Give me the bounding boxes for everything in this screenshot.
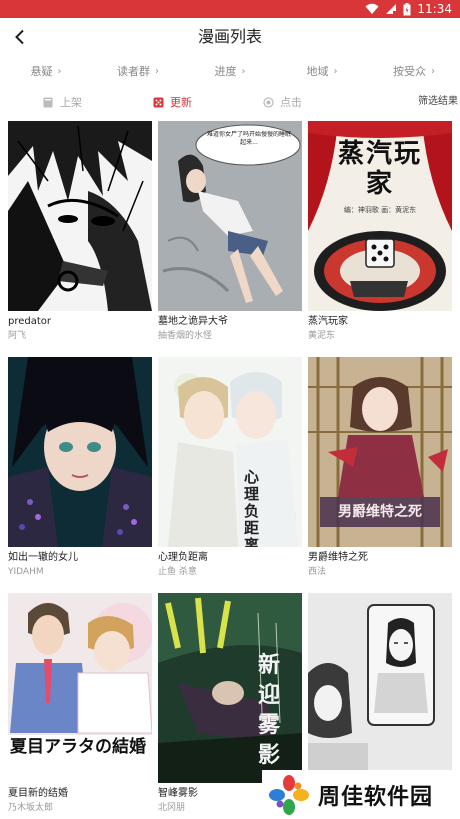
comic-author: 西法 xyxy=(308,567,327,577)
comic-cover: 心理负距离 xyxy=(158,357,302,547)
chevron-right-icon: › xyxy=(333,65,338,77)
filter-target[interactable]: 按受众 › xyxy=(368,58,460,84)
filter-label: 进度 xyxy=(214,65,237,78)
comic-cover xyxy=(8,121,152,311)
click-icon xyxy=(262,96,274,108)
tab-shelf[interactable]: 上架 xyxy=(42,88,82,116)
page-title: 漫画列表 xyxy=(197,27,262,46)
sort-row: 上架 更新 点击 xyxy=(0,88,460,116)
wifi-icon xyxy=(365,3,379,14)
chevron-right-icon: › xyxy=(241,65,246,77)
tab-label: 点击 xyxy=(280,96,302,109)
filter-label: 按受众 xyxy=(393,65,426,78)
comic-card[interactable]: 蒸汽玩家 编：神羽歌 画：黄泥东 蒸汽玩家 黄泥东 xyxy=(308,121,452,342)
cover-title: 男爵维特之死 xyxy=(338,504,422,520)
signal-icon xyxy=(386,4,397,14)
cover-title: 心理负距离 xyxy=(244,469,260,547)
filter-row: 悬疑 › 读者群 › 进度 › 地域 › 按受众 › xyxy=(0,58,460,84)
chevron-right-icon: › xyxy=(57,65,62,77)
filter-label: 读者群 xyxy=(117,65,150,78)
filter-genre[interactable]: 悬疑 › xyxy=(0,58,92,84)
watermark: 周佳软件园 xyxy=(262,770,460,819)
comic-card[interactable]: 心理负距离 心理负距离 止鱼 杀意 xyxy=(158,357,302,578)
comic-cover xyxy=(8,357,152,547)
filter-audience[interactable]: 读者群 › xyxy=(92,58,184,84)
update-icon xyxy=(152,96,164,108)
comic-card[interactable]: 难道你女尸了吗开始慢慢的睡眠起来... 墓地之诡异大爷 抽香烟的水怪 xyxy=(158,121,302,342)
comic-title: 夏目新的结婚 xyxy=(8,788,68,799)
chevron-right-icon: › xyxy=(155,65,159,77)
battery-icon xyxy=(403,2,411,15)
comic-cover: 男爵维特之死 xyxy=(308,357,452,547)
comic-author: 黄泥东 xyxy=(308,331,336,341)
cover-title: 蒸汽玩家 xyxy=(337,139,422,199)
filter-region[interactable]: 地域 › xyxy=(276,58,368,84)
comic-title: 心理负距离 xyxy=(158,552,208,563)
nav-bar: 漫画列表 xyxy=(0,18,460,56)
filter-label: 悬疑 xyxy=(30,65,53,78)
tab-click[interactable]: 点击 xyxy=(262,88,302,116)
filter-label: 地域 xyxy=(306,65,329,78)
speech-bubble-text: 难道你女尸了吗开始慢慢的睡眠起来... xyxy=(206,131,291,146)
shelf-icon xyxy=(42,96,54,108)
comic-title: 蒸汽玩家 xyxy=(308,316,348,327)
tab-update[interactable]: 更新 xyxy=(152,88,192,116)
tab-label: 更新 xyxy=(170,96,192,109)
comic-author: 乃木坂太郎 xyxy=(8,803,54,813)
comic-title: 墓地之诡异大爷 xyxy=(158,316,228,327)
comic-cover xyxy=(308,593,452,783)
status-bar: 11:34 xyxy=(0,0,460,18)
comic-card[interactable]: 男爵维特之死 男爵维特之死 西法 xyxy=(308,357,452,578)
filter-result-button[interactable]: 筛选结果 xyxy=(418,92,458,107)
comic-cover: 新迎雾影 xyxy=(158,593,302,783)
chevron-right-icon: › xyxy=(431,65,435,77)
comic-card[interactable]: 如出一辙的女儿 YIDAHM xyxy=(8,357,152,578)
status-time: 11:34 xyxy=(417,2,452,16)
cover-title: 夏目アラタの結婚 xyxy=(10,737,146,757)
comic-author: 止鱼 杀意 xyxy=(158,567,197,577)
pinwheel-logo-icon xyxy=(269,774,309,815)
cover-subtitle: 编：神羽歌 画：黄泥东 xyxy=(343,206,417,214)
comic-cover: 蒸汽玩家 编：神羽歌 画：黄泥东 xyxy=(308,121,452,311)
watermark-text: 周佳软件园 xyxy=(318,784,434,810)
status-icons: 11:34 xyxy=(365,0,452,18)
comic-cover: 夏目アラタの結婚 xyxy=(8,593,152,783)
comic-card[interactable]: 夏目アラタの結婚 夏目新的结婚 乃木坂太郎 xyxy=(8,593,152,814)
comic-author: 抽香烟的水怪 xyxy=(158,331,213,341)
comic-card[interactable]: predator 阿飞 xyxy=(8,121,152,342)
filter-progress[interactable]: 进度 › xyxy=(184,58,276,84)
comic-author: 阿飞 xyxy=(8,331,27,341)
comic-title: predator xyxy=(8,316,52,327)
comic-author: YIDAHM xyxy=(8,567,44,577)
comic-title: 男爵维特之死 xyxy=(308,552,368,563)
comic-title: 如出一辙的女儿 xyxy=(8,552,78,563)
comic-cover: 难道你女尸了吗开始慢慢的睡眠起来... xyxy=(158,121,302,311)
cover-title: 新迎雾影 xyxy=(258,653,281,768)
tab-label: 上架 xyxy=(60,96,82,109)
